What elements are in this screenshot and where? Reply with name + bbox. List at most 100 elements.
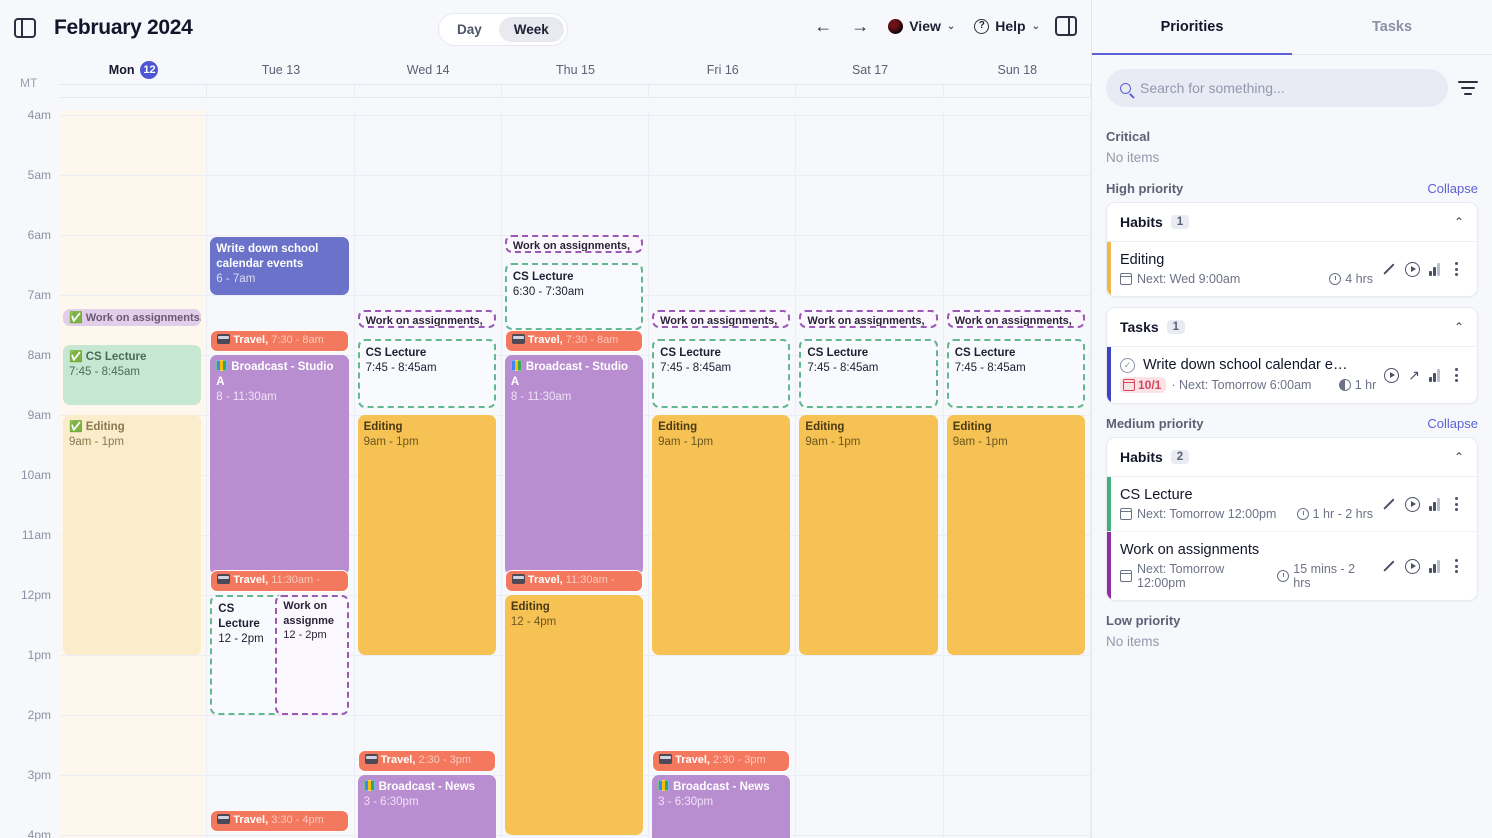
list-item[interactable]: Work on assignments Next: Tomorrow 12:00… (1107, 532, 1477, 600)
all-day-row[interactable] (60, 84, 1091, 98)
all-day-cell[interactable] (60, 85, 208, 97)
day-header-tue[interactable]: Tue 13 (207, 55, 354, 84)
calendar-event[interactable]: Editing 9am - 1pm (652, 415, 791, 655)
calendar-event[interactable]: ✅ Work on assignments, (63, 309, 202, 326)
edit-icon[interactable] (1381, 262, 1396, 277)
all-day-cell[interactable] (944, 85, 1091, 97)
all-day-cell[interactable] (649, 85, 797, 97)
event-time: 7:30 - 8am (271, 334, 324, 346)
day-column-fri[interactable]: Work on assignments, CS Lecture 7:45 - 8… (649, 110, 797, 838)
calendar-event[interactable]: CS Lecture 7:45 - 8:45am (357, 339, 496, 408)
more-options-icon[interactable] (1449, 262, 1464, 277)
all-day-cell[interactable] (355, 85, 502, 97)
priority-stripe (1107, 532, 1111, 600)
play-icon[interactable] (1405, 558, 1421, 574)
calendar-event[interactable]: Travel, 2:30 - 3pm (652, 750, 791, 772)
list-item[interactable]: CS Lecture Next: Tomorrow 12:00pm 1 hr -… (1107, 477, 1477, 532)
all-day-cell[interactable] (502, 85, 650, 97)
tab-tasks[interactable]: Tasks (1292, 0, 1492, 54)
calendar-event[interactable]: Travel, 3:30 - 4pm (210, 810, 349, 832)
calendar-event[interactable]: Work on assignments, (357, 310, 496, 328)
day-column-tue[interactable]: Write down school calendar events 6 - 7a… (207, 110, 355, 838)
all-day-cell[interactable] (207, 85, 355, 97)
list-item[interactable]: Editing Next: Wed 9:00am 4 hrs (1107, 242, 1477, 296)
habits-card-header[interactable]: Habits 2 ⌃ (1107, 438, 1477, 477)
day-header-sun[interactable]: Sun 18 (944, 55, 1091, 84)
day-column-thu[interactable]: Work on assignments, CS Lecture 6:30 - 7… (501, 110, 650, 838)
stats-icon[interactable] (1429, 497, 1440, 511)
view-mode-week[interactable]: Week (498, 17, 564, 42)
play-icon[interactable] (1405, 261, 1421, 277)
more-options-icon[interactable] (1449, 368, 1464, 383)
edit-icon[interactable] (1381, 497, 1396, 512)
edit-icon[interactable] (1381, 559, 1396, 574)
calendar-event[interactable]: Travel, 11:30am - (210, 570, 349, 592)
calendar-event[interactable]: Travel, 11:30am - (504, 570, 644, 592)
collapse-link[interactable]: Collapse (1427, 181, 1478, 196)
view-menu-button[interactable]: View ⌄ (884, 15, 959, 37)
calendar-panel: February 2024 Day Week ← → View ⌄ ? Help… (0, 0, 1092, 838)
help-menu-button[interactable]: ? Help ⌄ (970, 15, 1044, 37)
day-header-mon[interactable]: Mon 12 (60, 55, 207, 84)
view-mode-toggle[interactable]: Day Week (438, 13, 568, 46)
calendar-event[interactable]: CS Lecture 7:45 - 8:45am (799, 339, 938, 408)
calendar-event[interactable]: Work on assignments, (652, 310, 791, 328)
next-week-button[interactable]: → (847, 13, 873, 39)
calendar-event[interactable]: Work on assignments, (504, 235, 644, 253)
search-row: Search for something... (1092, 55, 1492, 117)
day-header-sat[interactable]: Sat 17 (796, 55, 943, 84)
search-input[interactable]: Search for something... (1106, 69, 1448, 107)
calendar-event[interactable]: Broadcast - News 3 - 6:30pm (652, 775, 791, 838)
calendar-event[interactable]: CS Lecture 7:45 - 8:45am (946, 339, 1085, 408)
event-time: 3 - 6:30pm (658, 796, 714, 809)
calendar-event[interactable]: Travel, 7:30 - 8am (504, 330, 644, 352)
prev-week-button[interactable]: ← (810, 13, 836, 39)
calendar-event[interactable]: CS Lecture 12 - 2pm (210, 595, 286, 715)
calendar-event[interactable]: Editing 12 - 4pm (504, 595, 644, 835)
day-header-thu[interactable]: Thu 15 (502, 55, 649, 84)
calendar-event[interactable]: Work on assignments, (799, 310, 938, 328)
calendar-event[interactable]: Travel, 7:30 - 8am (210, 330, 349, 352)
calendar-event[interactable]: Broadcast - News 3 - 6:30pm (357, 775, 496, 838)
play-icon[interactable] (1384, 367, 1400, 383)
calendar-event[interactable]: Broadcast - Studio A 8 - 11:30am (504, 355, 644, 575)
calendar-event[interactable]: Editing 9am - 1pm (357, 415, 496, 655)
calendar-event[interactable]: Work on assignments, (946, 310, 1085, 328)
open-external-icon[interactable]: ↗ (1408, 367, 1420, 383)
collapse-link[interactable]: Collapse (1427, 416, 1478, 431)
filter-icon[interactable] (1458, 81, 1478, 95)
more-options-icon[interactable] (1449, 497, 1464, 512)
list-item[interactable]: Write down school calendar e… 10/1 · Nex… (1107, 347, 1477, 403)
calendar-event[interactable]: Travel, 2:30 - 3pm (357, 750, 496, 772)
calendar-event[interactable]: ✅ Editing 9am - 1pm (63, 415, 202, 655)
calendar-event[interactable]: CS Lecture 6:30 - 7:30am (504, 263, 644, 330)
day-column-sat[interactable]: Work on assignments, CS Lecture 7:45 - 8… (796, 110, 944, 838)
calendar-event[interactable]: Editing 9am - 1pm (799, 415, 938, 655)
complete-task-icon[interactable] (1120, 357, 1135, 373)
habits-card-header[interactable]: Habits 1 ⌃ (1107, 203, 1477, 242)
tab-priorities[interactable]: Priorities (1092, 0, 1292, 55)
calendar-event[interactable]: Write down school calendar events 6 - 7a… (210, 237, 349, 295)
all-day-cell[interactable] (796, 85, 944, 97)
day-header-fri[interactable]: Fri 16 (649, 55, 796, 84)
stats-icon[interactable] (1429, 368, 1440, 382)
event-title: Work on assignme (283, 600, 335, 627)
day-column-sun[interactable]: Work on assignments, CS Lecture 7:45 - 8… (943, 110, 1091, 838)
view-mode-day[interactable]: Day (442, 17, 497, 42)
toggle-left-panel-icon[interactable] (14, 17, 36, 38)
calendar-event[interactable]: ✅ CS Lecture 7:45 - 8:45am (63, 345, 202, 405)
calendar-event[interactable]: CS Lecture 7:45 - 8:45am (652, 339, 791, 408)
day-column-wed[interactable]: Work on assignments, CS Lecture 7:45 - 8… (354, 110, 502, 838)
calendar-event[interactable]: Work on assignme 12 - 2pm (275, 595, 349, 715)
stats-icon[interactable] (1429, 262, 1440, 276)
stats-icon[interactable] (1429, 559, 1440, 573)
calendar-event[interactable]: Broadcast - Studio A 8 - 11:30am (210, 355, 349, 575)
tasks-card-header[interactable]: Tasks 1 ⌃ (1107, 308, 1477, 347)
day-header-wed[interactable]: Wed 14 (355, 55, 502, 84)
more-options-icon[interactable] (1449, 559, 1464, 574)
calendar-event[interactable]: Editing 9am - 1pm (946, 415, 1085, 655)
day-column-mon[interactable]: ✅ Work on assignments, ✅ CS Lecture 7:45 -… (60, 110, 208, 838)
day-columns: ✅ Work on assignments, ✅ CS Lecture 7:45 -… (60, 110, 1091, 838)
toggle-right-panel-icon[interactable] (1055, 16, 1077, 36)
play-icon[interactable] (1405, 496, 1421, 512)
